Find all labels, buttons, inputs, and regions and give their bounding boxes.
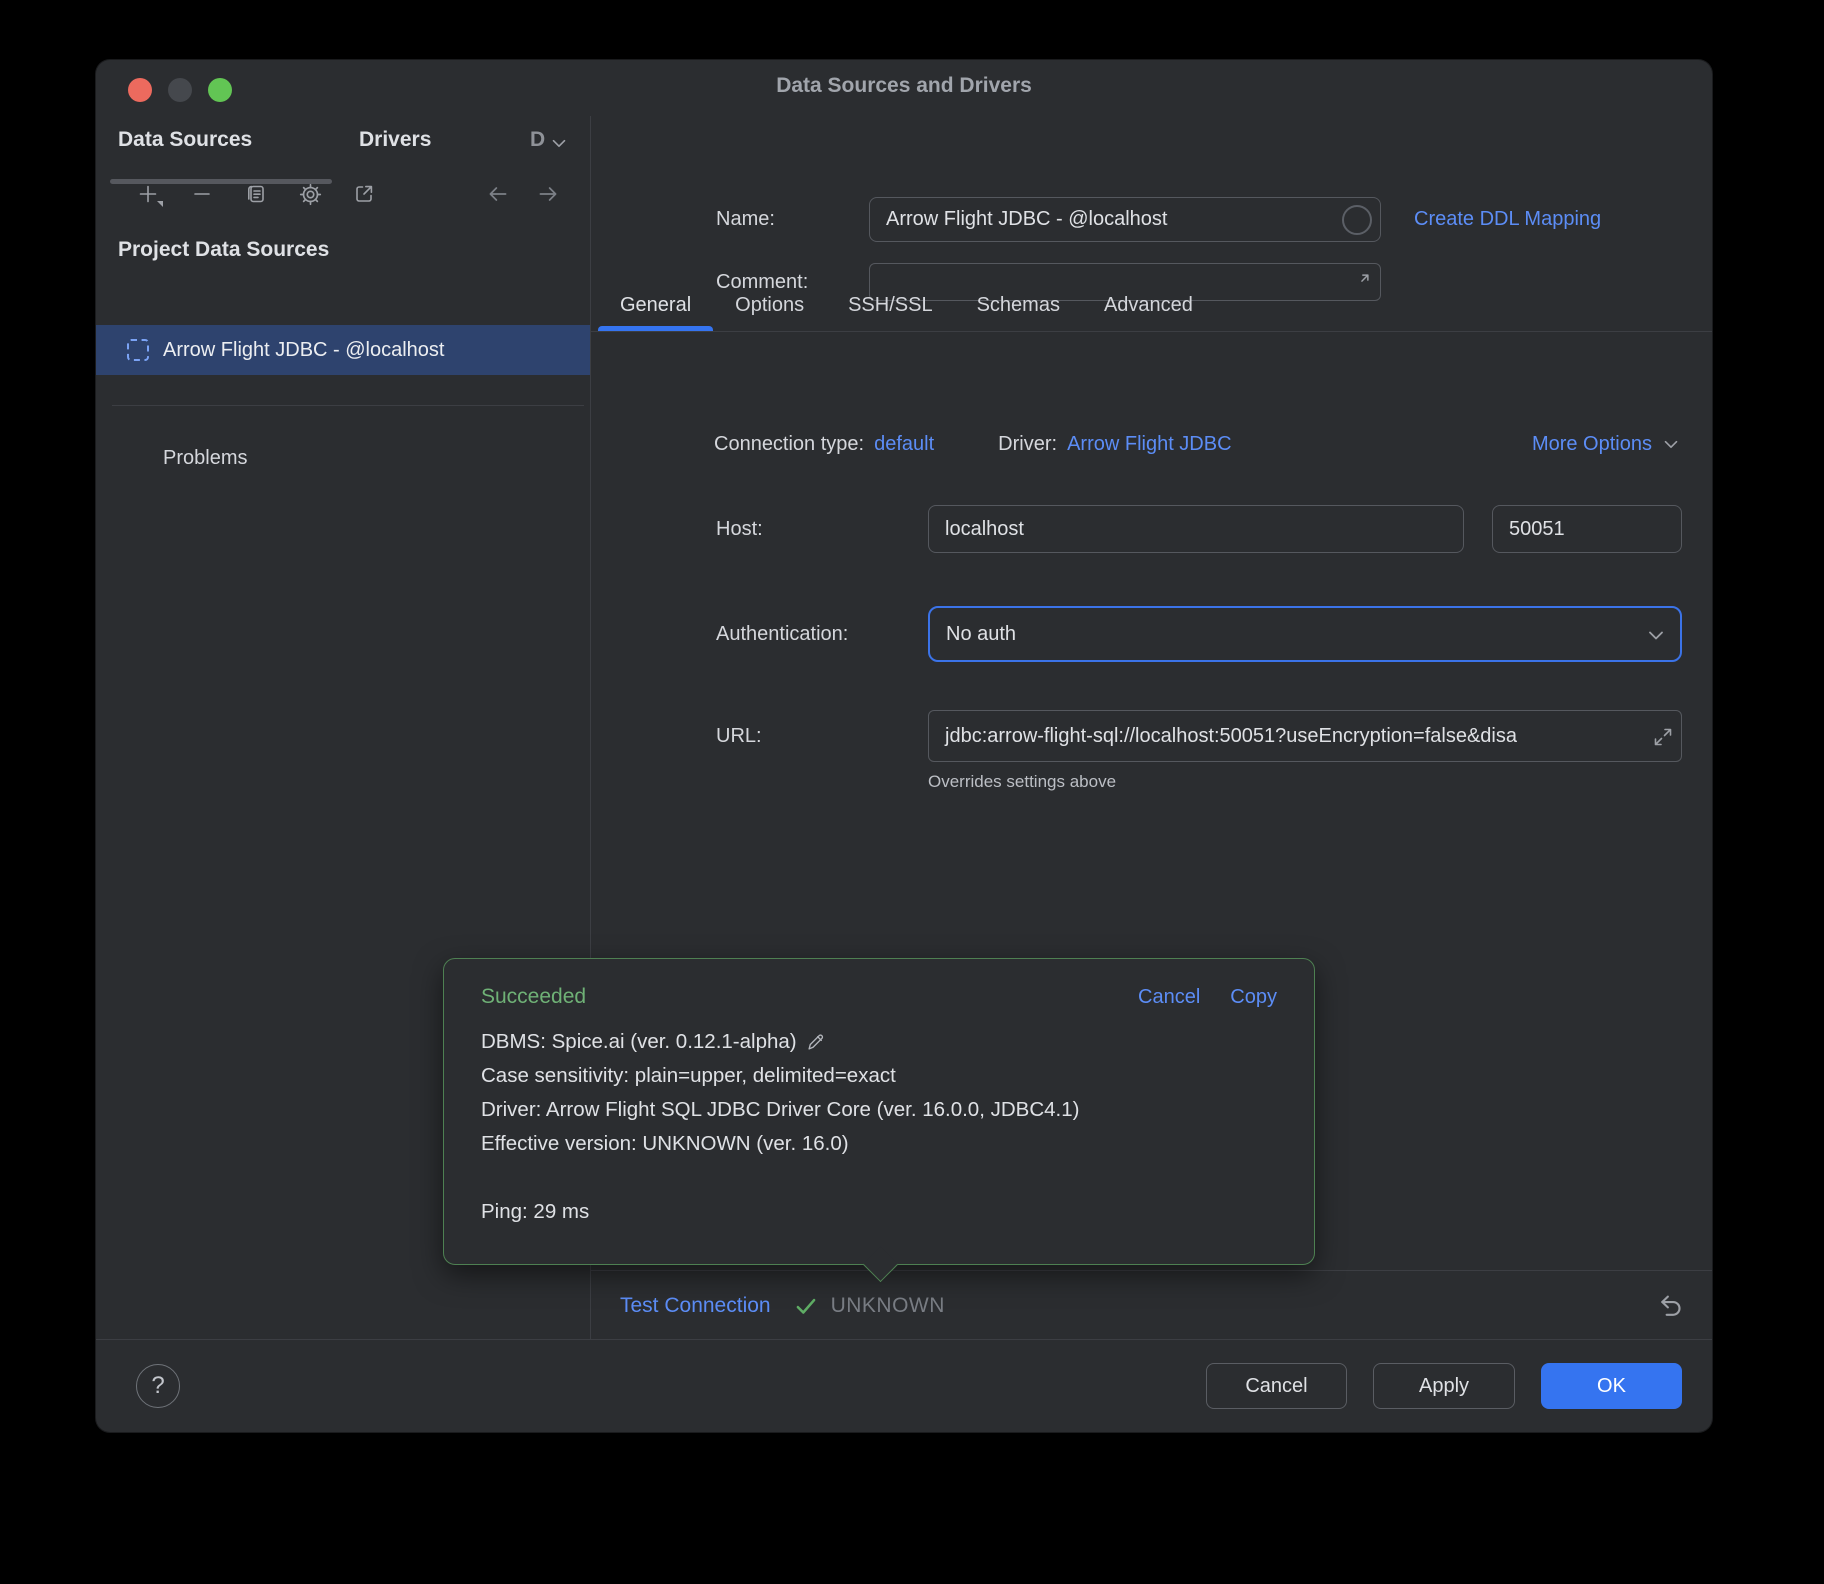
- name-status-circle-icon: [1342, 205, 1372, 235]
- window-title: Data Sources and Drivers: [96, 74, 1712, 98]
- test-connection-link[interactable]: Test Connection: [620, 1294, 771, 1318]
- open-in-new-window-icon[interactable]: [350, 180, 378, 208]
- sidebar-item-problems[interactable]: Problems: [163, 436, 247, 480]
- sidebar-toolbar: [96, 176, 590, 212]
- host-value: localhost: [945, 518, 1024, 541]
- dialog-footer: ? Cancel Apply OK: [96, 1339, 1712, 1432]
- project-data-sources-header: Project Data Sources: [118, 238, 329, 262]
- settings-gear-icon[interactable]: [296, 180, 324, 208]
- name-input[interactable]: Arrow Flight JDBC - @localhost: [869, 197, 1381, 242]
- data-sources-dialog: Data Sources and Drivers Data Sources Dr…: [96, 60, 1712, 1432]
- back-arrow-icon[interactable]: [484, 180, 512, 208]
- popup-cancel-link[interactable]: Cancel: [1138, 986, 1200, 1009]
- desktop-background: Data Sources and Drivers Data Sources Dr…: [0, 0, 1824, 1584]
- tab-advanced[interactable]: Advanced: [1082, 278, 1215, 332]
- connection-type-value-link[interactable]: default: [874, 433, 934, 456]
- ping-line: Ping: 29 ms: [481, 1195, 1277, 1229]
- host-input[interactable]: localhost: [928, 505, 1464, 553]
- history-nav: [484, 180, 562, 208]
- tab-ssh-ssl[interactable]: SSH/SSL: [826, 278, 954, 332]
- driver-value-link[interactable]: Arrow Flight JDBC: [1067, 433, 1231, 456]
- url-row: URL: jdbc:arrow-flight-sql://localhost:5…: [714, 710, 1682, 762]
- tab-options[interactable]: Options: [713, 278, 826, 332]
- sidebar-divider: [112, 405, 584, 406]
- datasource-item-label: Arrow Flight JDBC - @localhost: [163, 339, 444, 362]
- authentication-label: Authentication:: [716, 623, 848, 646]
- port-value: 50051: [1509, 518, 1565, 541]
- datasource-icon: [127, 339, 149, 361]
- undo-icon[interactable]: [1656, 1291, 1686, 1321]
- chevron-down-icon: [1660, 433, 1682, 455]
- settings-tabs: General Options SSH/SSL Schemas Advanced: [598, 278, 1215, 332]
- remove-datasource-button[interactable]: [188, 180, 216, 208]
- port-input[interactable]: 50051: [1492, 505, 1682, 553]
- connection-type-label: Connection type:: [714, 433, 864, 456]
- titlebar: Data Sources and Drivers: [96, 60, 1712, 116]
- create-ddl-mapping-link[interactable]: Create DDL Mapping: [1414, 208, 1601, 231]
- status-succeeded: Succeeded: [481, 985, 586, 1009]
- driver-label: Driver:: [998, 433, 1057, 456]
- duplicate-icon[interactable]: [242, 180, 270, 208]
- host-label: Host:: [716, 518, 763, 541]
- datasource-list-item[interactable]: Arrow Flight JDBC - @localhost: [96, 325, 590, 375]
- host-port-row: Host: localhost Port: 50051: [714, 505, 1682, 553]
- edit-pencil-icon[interactable]: [805, 1031, 827, 1053]
- url-override-hint: Overrides settings above: [928, 772, 1116, 792]
- name-label: Name:: [716, 208, 775, 231]
- popup-copy-link[interactable]: Copy: [1230, 986, 1277, 1009]
- test-connection-result-popup: Succeeded Cancel Copy DBMS: Spice.ai (ve…: [443, 958, 1315, 1265]
- url-input[interactable]: jdbc:arrow-flight-sql://localhost:50051?…: [928, 710, 1682, 762]
- tab-schemas[interactable]: Schemas: [955, 278, 1082, 332]
- forward-arrow-icon[interactable]: [534, 180, 562, 208]
- expand-editor-icon[interactable]: [1651, 725, 1673, 747]
- tab-overflow-chevron-icon[interactable]: [548, 132, 570, 154]
- connection-result-text: UNKNOWN: [831, 1294, 945, 1318]
- tab-general[interactable]: General: [598, 278, 713, 332]
- authentication-row: Authentication: No auth: [714, 606, 1682, 662]
- dbms-info-line: DBMS: Spice.ai (ver. 0.12.1-alpha): [481, 1025, 1277, 1059]
- effective-version-line: Effective version: UNKNOWN (ver. 16.0): [481, 1127, 1277, 1161]
- success-check-icon: [793, 1293, 819, 1319]
- connection-type-row: Connection type: default Driver: Arrow F…: [714, 422, 1682, 466]
- driver-info-line: Driver: Arrow Flight SQL JDBC Driver Cor…: [481, 1093, 1277, 1127]
- add-dropdown-caret-icon: [157, 201, 163, 207]
- authentication-select[interactable]: No auth: [928, 606, 1682, 662]
- case-sensitivity-line: Case sensitivity: plain=upper, delimited…: [481, 1059, 1277, 1093]
- expand-editor-icon[interactable]: [1350, 271, 1372, 293]
- ok-button[interactable]: OK: [1541, 1363, 1682, 1409]
- tab-drivers[interactable]: Drivers: [359, 128, 431, 152]
- tab-data-sources[interactable]: Data Sources: [118, 128, 252, 152]
- name-value: Arrow Flight JDBC - @localhost: [886, 208, 1167, 231]
- help-button[interactable]: ?: [136, 1364, 180, 1408]
- add-datasource-button[interactable]: [134, 180, 162, 208]
- tabs-divider: [590, 331, 1712, 332]
- url-value: jdbc:arrow-flight-sql://localhost:50051?…: [945, 725, 1517, 748]
- cancel-button[interactable]: Cancel: [1206, 1363, 1347, 1409]
- more-options-link[interactable]: More Options: [1532, 433, 1682, 456]
- apply-button[interactable]: Apply: [1373, 1363, 1515, 1409]
- authentication-value: No auth: [946, 623, 1016, 646]
- url-label: URL:: [716, 725, 762, 748]
- test-connection-bar: Test Connection UNKNOWN: [590, 1270, 1712, 1340]
- chevron-down-icon: [1644, 623, 1666, 645]
